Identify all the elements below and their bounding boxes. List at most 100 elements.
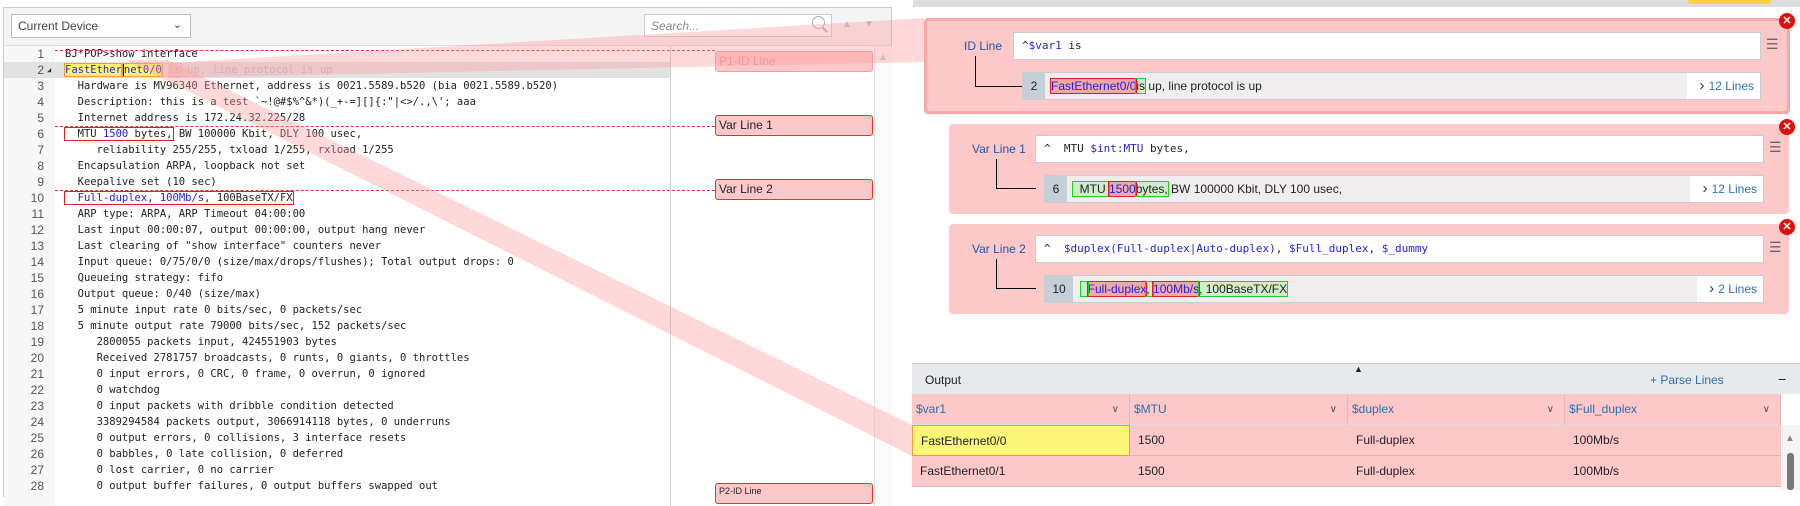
table-cell[interactable]: 1500 bbox=[1130, 456, 1348, 487]
menu-icon[interactable]: ☰ bbox=[1769, 239, 1782, 256]
more-lines-label: 2 Lines bbox=[1718, 282, 1757, 296]
marker-next-id-line[interactable]: P2-ID Line bbox=[715, 483, 873, 504]
top-action-button[interactable] bbox=[1688, 0, 1771, 4]
code-line: 18 5 minute output rate 79000 bits/sec, … bbox=[4, 318, 670, 334]
line-text: 2800055 packets input, 424551903 bytes bbox=[65, 336, 337, 348]
regex-input[interactable]: ^$var1 is bbox=[1013, 32, 1761, 60]
table-scrollbar[interactable]: ▲ bbox=[1782, 425, 1800, 490]
line-number: 13 bbox=[30, 239, 44, 253]
code-line: 17 5 minute input rate 0 bits/sec, 0 pac… bbox=[4, 302, 670, 318]
line-text: Input queue: 0/75/0/0 (size/max/drops/fl… bbox=[65, 256, 514, 268]
sample-line: 6 MTU 1500bytes, BW 100000 Kbit, DLY 100… bbox=[1044, 175, 1764, 203]
column-header-label: $Full_duplex bbox=[1569, 402, 1638, 416]
more-lines-button[interactable]: › 12 Lines bbox=[1690, 176, 1763, 202]
sample-line: 10 Full-duplex, 100Mb/s, 100BaseTX/FX › 2… bbox=[1044, 275, 1764, 303]
table-row[interactable]: FastEthernet0/1 1500 Full-duplex 100Mb/s bbox=[912, 456, 1781, 487]
table-cell[interactable]: FastEthernet0/0 bbox=[912, 425, 1130, 456]
close-icon[interactable]: ✕ bbox=[1779, 13, 1795, 29]
code-line: 28 0 output buffer failures, 0 output bu… bbox=[4, 478, 670, 494]
line-text: MTU 1500 bytes, BW 100000 Kbit, DLY 100 … bbox=[64, 126, 363, 142]
line-number: 2 bbox=[1023, 73, 1045, 99]
arrow-down-icon[interactable]: ▼ bbox=[864, 19, 874, 30]
more-lines-button[interactable]: › 2 Lines bbox=[1697, 276, 1763, 302]
card-label: Var Line 2 bbox=[972, 242, 1026, 256]
sample-text: Full-duplex, 100Mb/s, 100BaseTX/FX bbox=[1080, 276, 1289, 302]
column-header[interactable]: $MTU ∨ bbox=[1130, 394, 1348, 425]
line-number: 12 bbox=[30, 223, 44, 237]
column-header[interactable]: $Full_duplex ∨ bbox=[1565, 394, 1781, 425]
line-number: 14 bbox=[30, 255, 44, 269]
scroll-up-icon[interactable]: ▲ bbox=[878, 52, 888, 63]
search-placeholder: Search... bbox=[651, 19, 700, 33]
scroll-up-icon[interactable]: ▲ bbox=[1785, 433, 1795, 444]
fold-icon[interactable]: ◢ bbox=[47, 62, 51, 78]
column-header[interactable]: $duplex ∨ bbox=[1348, 394, 1565, 425]
chevron-down-icon[interactable]: ∨ bbox=[1112, 394, 1119, 425]
table-cell[interactable]: 100Mb/s bbox=[1565, 456, 1781, 487]
scrollbar[interactable]: ▲ bbox=[874, 46, 892, 506]
table-row[interactable]: FastEthernet0/0 1500 Full-duplex 100Mb/s bbox=[912, 425, 1781, 456]
device-select[interactable]: Current Device ⌄ bbox=[11, 14, 191, 38]
more-lines-button[interactable]: › 12 Lines bbox=[1687, 73, 1760, 99]
line-text: Output queue: 0/40 (size/max) bbox=[65, 288, 261, 300]
table-cell[interactable]: 1500 bbox=[1130, 425, 1348, 456]
code-line: 13 Last clearing of "show interface" cou… bbox=[4, 238, 670, 254]
menu-icon[interactable]: ☰ bbox=[1766, 36, 1779, 53]
code-view[interactable]: 1 BJ*POP>show interface 2 ◢ FastEther net0/0 … bbox=[4, 46, 670, 506]
table-cell[interactable]: 100Mb/s bbox=[1565, 425, 1781, 456]
regex-token: , bbox=[1368, 242, 1382, 255]
regex-token: $var1 bbox=[1028, 39, 1062, 52]
splitter-handle-icon[interactable]: ▲ bbox=[1354, 364, 1363, 374]
sample-token: 1500 bbox=[1108, 181, 1137, 197]
marker-var-line-2[interactable]: Var Line 2 bbox=[715, 179, 873, 200]
chevron-down-icon[interactable]: ∨ bbox=[1547, 394, 1554, 425]
code-line: 14 Input queue: 0/75/0/0 (size/max/drops… bbox=[4, 254, 670, 270]
code-line: 12 Last input 00:00:07, output 00:00:00,… bbox=[4, 222, 670, 238]
table-cell[interactable]: Full-duplex bbox=[1348, 425, 1565, 456]
chevron-down-icon: ⌄ bbox=[172, 19, 182, 31]
chevron-down-icon[interactable]: ∨ bbox=[1330, 394, 1337, 425]
search-input[interactable]: Search... bbox=[644, 14, 832, 37]
close-icon[interactable]: ✕ bbox=[1779, 119, 1795, 135]
search-icon[interactable] bbox=[812, 16, 825, 29]
output-header: ▲ Output + Parse Lines − bbox=[912, 363, 1800, 394]
line-number: 16 bbox=[30, 287, 44, 301]
marker-var-line-1[interactable]: Var Line 1 bbox=[715, 115, 873, 136]
regex-input[interactable]: ^ $duplex(Full-duplex|Auto-duplex), $Ful… bbox=[1035, 235, 1764, 263]
menu-icon[interactable]: ☰ bbox=[1769, 139, 1782, 156]
device-select-value: Current Device bbox=[18, 19, 99, 33]
column-header[interactable]: $var1 ∨ bbox=[912, 394, 1130, 425]
code-segment: BW 100000 Kbit, DLY 100 usec, bbox=[172, 128, 363, 140]
line-text: Received 2781757 broadcasts, 0 runts, 0 … bbox=[65, 352, 470, 364]
line-number: 24 bbox=[30, 415, 44, 429]
column-header-label: $MTU bbox=[1134, 402, 1167, 416]
code-segment: bytes, bbox=[128, 128, 173, 140]
line-text: Full-duplex, 100Mb/s, 100BaseTX/FX bbox=[64, 190, 294, 206]
marker-connector bbox=[55, 50, 715, 51]
code-line: 7 reliability 255/255, txload 1/255, rxl… bbox=[4, 142, 670, 158]
table-cell[interactable]: FastEthernet0/1 bbox=[912, 456, 1130, 487]
arrow-up-icon[interactable]: ▲ bbox=[842, 19, 852, 30]
scroll-thumb[interactable] bbox=[1787, 453, 1794, 490]
top-bar bbox=[913, 0, 1800, 7]
regex-input[interactable]: ^ MTU $int:MTU bytes, bbox=[1035, 135, 1764, 163]
table-cell[interactable]: Full-duplex bbox=[1348, 456, 1565, 487]
minimize-button[interactable]: − bbox=[1778, 371, 1786, 387]
regex-token: ^ bbox=[1044, 242, 1064, 255]
regex-token: ^ MTU bbox=[1044, 142, 1091, 155]
code-line: 27 0 lost carrier, 0 no carrier bbox=[4, 462, 670, 478]
line-number: 2 bbox=[37, 63, 44, 77]
close-icon[interactable]: ✕ bbox=[1779, 219, 1795, 235]
code-line: 23 0 input packets with dribble conditio… bbox=[4, 398, 670, 414]
line-number: 20 bbox=[30, 351, 44, 365]
parse-lines-button[interactable]: + Parse Lines bbox=[1650, 373, 1724, 387]
sample-text: FastEthernet0/0is up, line protocol is u… bbox=[1049, 73, 1262, 99]
line-text: Hardware is MV96340 Ethernet, address is… bbox=[65, 80, 559, 92]
column-header-label: $duplex bbox=[1352, 402, 1395, 416]
code-segment: , bbox=[147, 192, 160, 204]
chevron-down-icon[interactable]: ∨ bbox=[1763, 394, 1770, 425]
code-line: 10 Full-duplex, 100Mb/s, 100BaseTX/FX bbox=[4, 190, 670, 206]
marker-id-line[interactable]: P1-ID Line bbox=[715, 51, 873, 72]
line-number: 15 bbox=[30, 271, 44, 285]
